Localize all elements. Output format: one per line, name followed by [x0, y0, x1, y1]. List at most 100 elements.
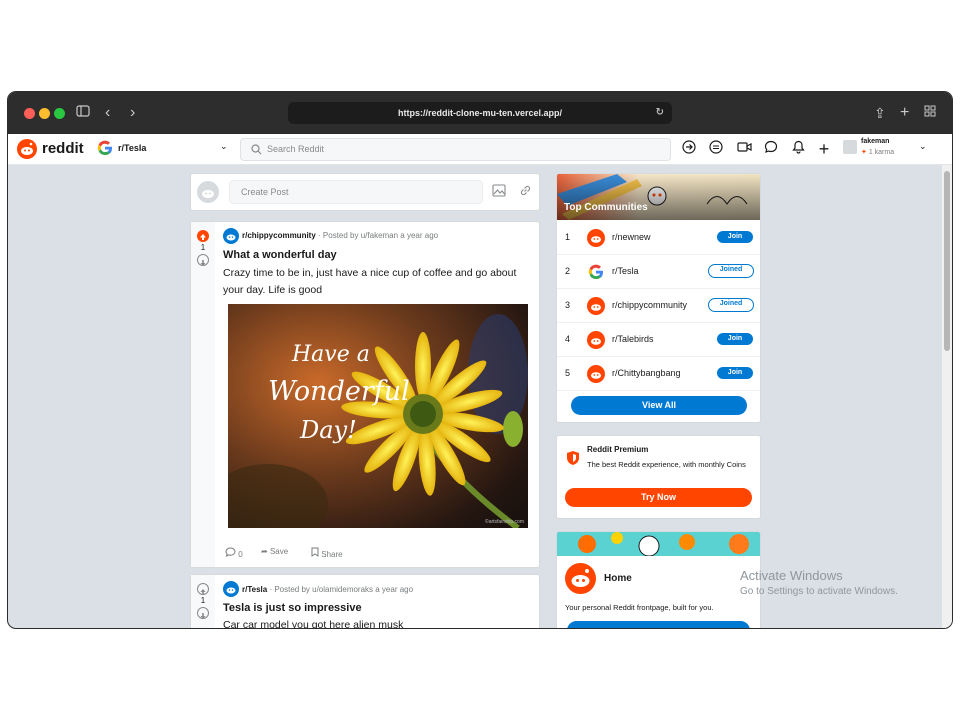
image-credit: ©artsfairship.com — [485, 519, 524, 525]
subreddit-icon[interactable] — [223, 228, 239, 244]
url-text: https://reddit-clone-mu-ten.vercel.app/ — [397, 108, 563, 118]
comment-icon — [225, 547, 238, 559]
post-body: Crazy time to be in, just have a nice cu… — [223, 267, 517, 296]
try-now-button[interactable]: Try Now — [565, 488, 752, 507]
community-name[interactable]: r/newnew — [612, 232, 651, 242]
subreddit-link[interactable]: r/chippycommunity — [242, 231, 316, 240]
community-row[interactable]: 1 r/newnew Join — [557, 221, 760, 255]
community-rank: 5 — [565, 368, 571, 378]
browser-window: ‹ › https://reddit-clone-mu-ten.vercel.a… — [8, 92, 952, 628]
community-row[interactable]: 5 r/Chittybangbang Join — [557, 357, 760, 391]
vote-column: 1 — [191, 575, 215, 628]
image-text-line1: Have a — [292, 342, 370, 367]
vote-count: 1 — [200, 596, 206, 605]
minimize-window-button[interactable] — [39, 108, 50, 119]
url-bar[interactable]: https://reddit-clone-mu-ten.vercel.app/ … — [288, 102, 672, 124]
reddit-wordmark[interactable]: reddit — [42, 140, 84, 157]
downvote-icon[interactable] — [197, 607, 209, 619]
search-placeholder: Search Reddit — [267, 144, 325, 154]
username-label[interactable]: fakeman — [861, 138, 889, 145]
subreddit-icon[interactable] — [223, 581, 239, 597]
join-button[interactable]: Join — [717, 333, 753, 345]
community-name[interactable]: r/Chittybangbang — [612, 368, 681, 378]
joined-button[interactable]: Joined — [708, 298, 754, 312]
karma-text: 1 karma — [868, 149, 895, 156]
search-icon — [251, 144, 262, 155]
share-label: Share — [321, 550, 343, 559]
comment-count: 0 — [238, 550, 243, 559]
downvote-icon[interactable] — [197, 254, 209, 266]
subreddit-link[interactable]: r/Tesla — [242, 585, 267, 594]
post-title[interactable]: What a wonderful day — [223, 249, 337, 261]
save-button[interactable]: ➦ Save — [261, 547, 288, 556]
upvote-icon[interactable] — [197, 583, 209, 595]
community-row[interactable]: 4 r/Talebirds Join — [557, 323, 760, 357]
share-button[interactable]: Share — [311, 547, 343, 559]
reload-icon[interactable]: ↻ — [656, 102, 664, 124]
popular-arrow-icon[interactable] — [680, 140, 698, 158]
page-content: Create Post 1 r/chippycommunity · Posted… — [8, 165, 942, 628]
post-header: r/Tesla · Posted by u/olamidemoraks a ye… — [242, 585, 413, 594]
community-dropdown-chevron-icon[interactable]: ⌄ — [220, 141, 228, 152]
vote-column: 1 — [191, 222, 215, 567]
maximize-window-button[interactable] — [54, 108, 65, 119]
joined-button[interactable]: Joined — [708, 264, 754, 278]
post-title[interactable]: Tesla is just so impressive — [223, 602, 362, 614]
premium-description: The best Reddit experience, with monthly… — [587, 460, 746, 469]
browser-titlebar: ‹ › https://reddit-clone-mu-ten.vercel.a… — [8, 92, 952, 134]
view-all-button[interactable]: View All — [571, 396, 747, 415]
post-card[interactable]: 1 r/Tesla · Posted by u/olamidemoraks a … — [190, 574, 540, 628]
current-community-label[interactable]: r/Tesla — [118, 143, 146, 153]
community-row[interactable]: 2 r/Tesla Joined — [557, 255, 760, 289]
video-icon[interactable] — [735, 140, 753, 158]
home-card: Home Your personal Reddit frontpage, bui… — [556, 531, 761, 628]
join-button[interactable]: Join — [717, 367, 753, 379]
bookmark-icon — [311, 547, 321, 559]
search-bar[interactable]: Search Reddit — [240, 138, 671, 161]
scrollbar-thumb[interactable] — [944, 171, 950, 351]
sidebar-toggle-icon[interactable] — [76, 104, 90, 123]
coins-icon[interactable] — [707, 140, 725, 158]
premium-card: Reddit Premium The best Reddit experienc… — [556, 435, 761, 519]
post-image[interactable]: Have a Wonderful Day! ©artsfairship.com — [228, 304, 528, 528]
top-communities-banner: Top Communities — [557, 174, 760, 220]
home-snoo-icon — [565, 563, 596, 594]
create-post-input[interactable]: Create Post — [229, 180, 483, 204]
community-row[interactable]: 3 r/chippycommunity Joined — [557, 289, 760, 323]
community-name[interactable]: r/chippycommunity — [612, 300, 687, 310]
reddit-navbar: reddit r/Tesla ⌄ Search Reddit + fakeman… — [8, 134, 952, 165]
tab-overview-icon[interactable] — [924, 104, 936, 122]
page-scrollbar[interactable] — [942, 165, 952, 628]
reddit-logo-icon[interactable] — [17, 139, 37, 159]
share-icon[interactable]: ⇪ — [874, 104, 886, 122]
forward-icon[interactable]: › — [130, 104, 135, 122]
notification-bell-icon[interactable] — [789, 140, 807, 158]
image-text-line3: Day! — [300, 416, 357, 444]
home-create-post-button[interactable] — [567, 621, 750, 628]
home-banner — [557, 532, 760, 557]
image-upload-icon[interactable] — [492, 184, 506, 202]
chat-icon[interactable] — [762, 140, 780, 158]
create-post-plus-icon[interactable]: + — [815, 140, 833, 158]
community-rank: 1 — [565, 232, 571, 242]
premium-title: Reddit Premium — [587, 445, 649, 454]
community-rank: 4 — [565, 334, 571, 344]
post-meta: · Posted by u/olamidemoraks a year ago — [269, 585, 414, 594]
close-window-button[interactable] — [24, 108, 35, 119]
link-icon[interactable] — [519, 184, 532, 202]
user-avatar[interactable] — [843, 140, 857, 154]
join-button[interactable]: Join — [717, 231, 753, 243]
community-name[interactable]: r/Talebirds — [612, 334, 654, 344]
user-menu-chevron-icon[interactable]: ⌄ — [919, 141, 927, 152]
community-name[interactable]: r/Tesla — [612, 266, 639, 276]
create-post-avatar — [197, 181, 219, 203]
create-post-placeholder: Create Post — [241, 187, 289, 197]
top-communities-title: Top Communities — [564, 202, 648, 213]
google-g-icon — [587, 263, 605, 283]
post-header: r/chippycommunity · Posted by u/fakeman … — [242, 231, 438, 240]
new-tab-icon[interactable]: + — [900, 104, 909, 122]
upvote-icon[interactable] — [197, 230, 209, 242]
post-card[interactable]: 1 r/chippycommunity · Posted by u/fakema… — [190, 221, 540, 568]
back-icon[interactable]: ‹ — [105, 104, 110, 122]
comments-button[interactable]: 0 — [225, 547, 243, 559]
